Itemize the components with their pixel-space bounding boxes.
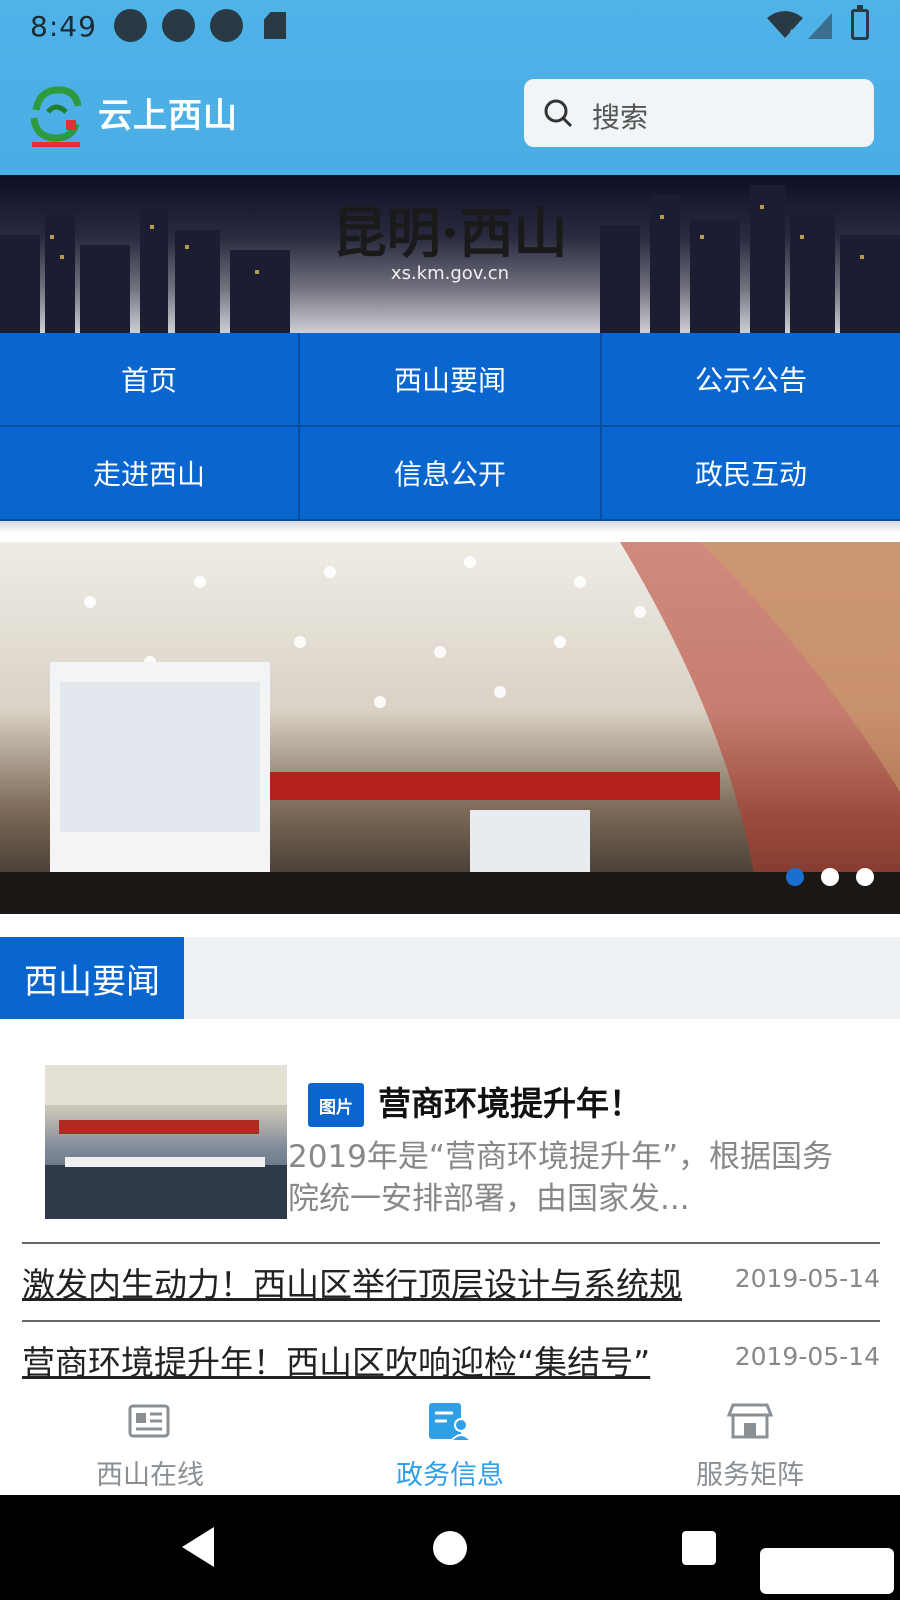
search-icon (544, 99, 573, 128)
notification-dot-icon (210, 9, 243, 42)
news-item[interactable]: 营商环境提升年！西山区吹响迎检“集结号” 2019-05-14 (22, 1330, 880, 1390)
app-header: 8:49 云上西山 搜索 (0, 0, 900, 175)
divider (22, 1242, 880, 1244)
news-title[interactable]: 激发内生动力！西山区举行顶层设计与系统规 (22, 1258, 722, 1306)
nav-xishan-news[interactable]: 西山要闻 (300, 333, 602, 427)
status-time: 8:49 (30, 10, 97, 43)
recent-apps-icon[interactable] (682, 1531, 716, 1565)
back-icon[interactable] (180, 1525, 216, 1569)
tab-label: 服务矩阵 (696, 1460, 804, 1491)
carousel-dot[interactable] (821, 868, 839, 886)
section-title[interactable]: 西山要闻 (0, 937, 184, 1019)
newspaper-icon (128, 1404, 170, 1438)
banner-title: 昆明·西山 (332, 201, 568, 265)
divider (22, 1320, 880, 1322)
nav-about-xishan[interactable]: 走进西山 (0, 427, 300, 521)
wifi-icon (767, 11, 803, 40)
tab-service-matrix[interactable]: 服务矩阵 (600, 1387, 900, 1495)
search-input[interactable]: 搜索 (524, 79, 874, 147)
tab-label: 政务信息 (396, 1460, 504, 1491)
search-placeholder: 搜索 (592, 101, 649, 134)
image-carousel[interactable] (0, 542, 900, 914)
picture-badge: 图片 (308, 1083, 364, 1127)
brand-title: 云上西山 (98, 96, 238, 136)
sd-card-icon (264, 12, 286, 39)
featured-title[interactable]: 营商环境提升年！ (378, 1077, 642, 1125)
tab-xishan-online[interactable]: 西山在线 (0, 1387, 300, 1495)
news-date: 2019-05-14 (734, 1264, 880, 1293)
news-item[interactable]: 激发内生动力！西山区举行顶层设计与系统规 2019-05-14 (22, 1252, 880, 1312)
status-bar: 8:49 (0, 0, 900, 52)
tab-government-info[interactable]: 政务信息 (300, 1387, 600, 1495)
carousel-dot[interactable] (786, 868, 804, 886)
battery-icon (851, 5, 869, 40)
logo-icon (30, 86, 82, 147)
document-person-icon (429, 1403, 473, 1441)
carousel-dot[interactable] (856, 868, 874, 886)
news-title[interactable]: 营商环境提升年！西山区吹响迎检“集结号” (22, 1336, 722, 1384)
store-icon (727, 1403, 773, 1439)
featured-thumbnail[interactable] (45, 1065, 287, 1219)
banner: 昆明·西山 xs.km.gov.cn (0, 175, 900, 333)
nav-info-disclosure[interactable]: 信息公开 (300, 427, 602, 521)
notification-dot-icon (162, 9, 195, 42)
notification-dot-icon (114, 9, 147, 42)
nav-notices[interactable]: 公示公告 (602, 333, 900, 427)
meeting-photo (45, 1065, 287, 1219)
bottom-tab-bar: 西山在线 政务信息 服务矩阵 (0, 1387, 900, 1495)
nav-shadow (0, 521, 900, 533)
carousel-dots (786, 868, 874, 886)
banner-url: xs.km.gov.cn (390, 263, 510, 284)
watermark-logo (760, 1548, 894, 1594)
nav-interaction[interactable]: 政民互动 (602, 427, 900, 521)
nav-grid: 首页 西山要闻 公示公告 走进西山 信息公开 政民互动 (0, 333, 900, 521)
nav-home[interactable]: 首页 (0, 333, 300, 427)
conference-photo (0, 542, 900, 914)
signal-icon (808, 13, 832, 39)
home-icon[interactable] (433, 1531, 467, 1565)
tab-label: 西山在线 (96, 1460, 204, 1491)
news-date: 2019-05-14 (734, 1342, 880, 1371)
featured-summary[interactable]: 2019年是“营商环境提升年”，根据国务院统一安排部署，由国家发... (288, 1136, 848, 1220)
